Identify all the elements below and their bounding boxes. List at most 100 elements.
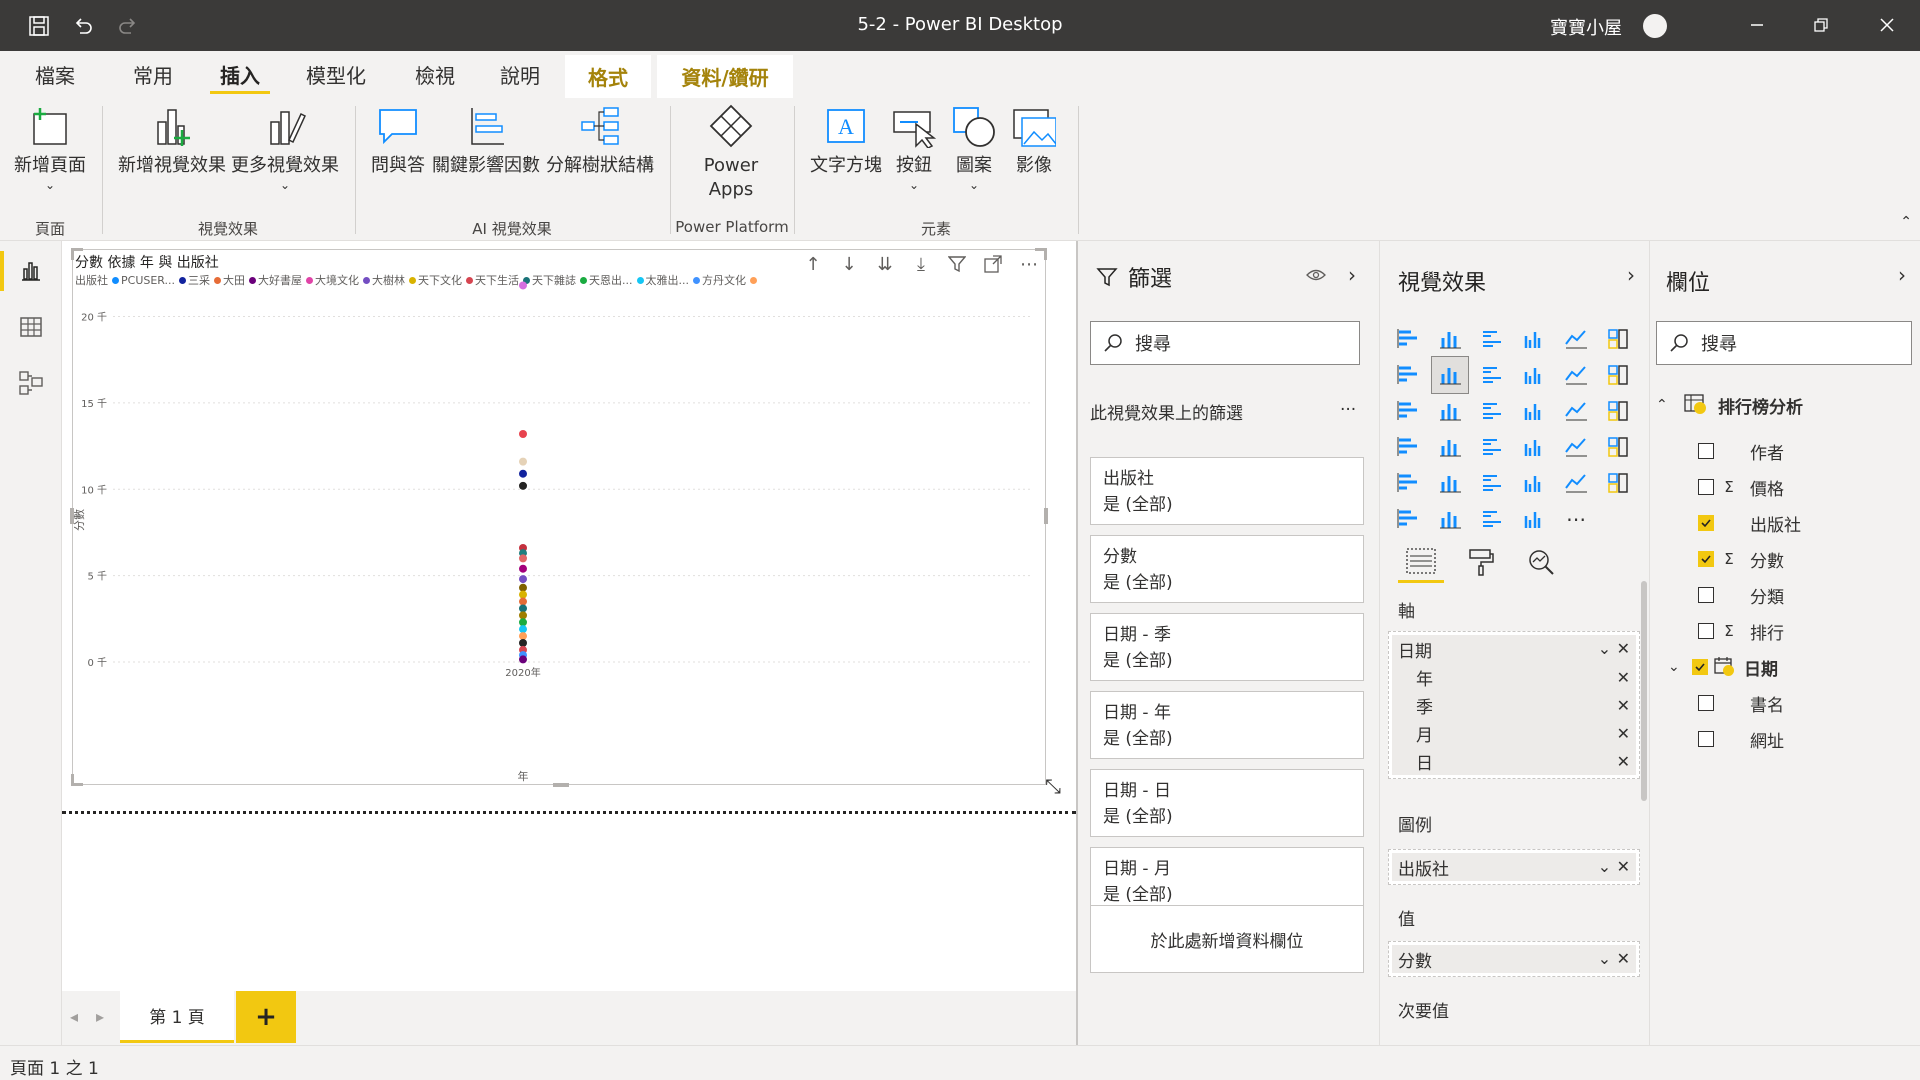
- close-icon[interactable]: [1872, 10, 1902, 40]
- more-visuals-button[interactable]: 更多視覺效果 ⌄: [230, 104, 340, 192]
- resize-handle[interactable]: [71, 774, 74, 786]
- more-visuals-icon[interactable]: ⋯: [1558, 501, 1594, 537]
- smart-narrative-icon[interactable]: [1474, 501, 1510, 537]
- model-view-button[interactable]: [0, 359, 62, 407]
- filter-card[interactable]: 出版社是 (全部): [1090, 457, 1364, 525]
- stacked-area-icon[interactable]: [1474, 357, 1510, 393]
- stacked-column-icon[interactable]: [1432, 321, 1468, 357]
- fields-search-input[interactable]: 搜尋: [1656, 321, 1912, 365]
- add-data-field-dropzone[interactable]: 於此處新增資料欄位: [1090, 905, 1364, 973]
- key-influencers-button[interactable]: 關鍵影響因數: [430, 104, 542, 178]
- tab-insert[interactable]: 插入: [210, 51, 270, 98]
- scatter-point[interactable]: [519, 481, 527, 490]
- scatter-point[interactable]: [519, 583, 527, 592]
- scatter-point[interactable]: [519, 655, 527, 664]
- new-visual-button[interactable]: 新增視覺效果: [116, 104, 228, 178]
- user-name[interactable]: 寶寶小屋: [1550, 14, 1622, 40]
- map-icon[interactable]: [1390, 429, 1426, 465]
- chevron-down-icon[interactable]: ⌄: [1598, 949, 1611, 968]
- remove-icon[interactable]: ✕: [1617, 857, 1630, 876]
- stacked-bar-icon[interactable]: [1390, 321, 1426, 357]
- report-canvas[interactable]: 分數 依據 年 與 出版社 出版社 PCUSER... 三采 大田 大好書屋 大境文化大…: [62, 241, 1076, 991]
- paint-roller-icon[interactable]: [1458, 541, 1504, 583]
- axis-sub-year[interactable]: 年 ✕: [1392, 663, 1636, 691]
- resize-handle[interactable]: [553, 783, 569, 787]
- scatter-point[interactable]: [519, 604, 527, 613]
- qa-icon[interactable]: [1432, 501, 1468, 537]
- scatter-point[interactable]: [519, 469, 527, 478]
- scatter-chart-visual[interactable]: 分數 依據 年 與 出版社 出版社 PCUSER... 三采 大田 大好書屋 大境文化大…: [70, 248, 1061, 798]
- values-field[interactable]: 分數 ⌄ ✕: [1392, 945, 1636, 973]
- analytics-magnifier-icon[interactable]: [1518, 541, 1564, 583]
- filters-more-options[interactable]: ...: [1340, 395, 1356, 415]
- line-chart-icon[interactable]: [1390, 357, 1426, 393]
- power-apps-button[interactable]: Power Apps: [690, 104, 772, 202]
- legend-field[interactable]: 出版社 ⌄ ✕: [1392, 853, 1636, 881]
- axis-field[interactable]: 日期 ⌄ ✕: [1392, 635, 1636, 663]
- report-view-button[interactable]: [0, 247, 62, 295]
- chevron-up-icon[interactable]: ⌃: [1656, 397, 1674, 413]
- tab-view[interactable]: 檢視: [400, 51, 470, 98]
- field-item[interactable]: Σ 價格: [1650, 469, 1920, 505]
- collapse-ribbon-icon[interactable]: ⌃: [1900, 214, 1912, 230]
- eye-icon[interactable]: [1306, 267, 1326, 286]
- tab-home[interactable]: 常用: [118, 51, 188, 98]
- filters-search-input[interactable]: 搜尋: [1090, 321, 1360, 365]
- image-button[interactable]: 影像: [1006, 104, 1062, 178]
- remove-icon[interactable]: ✕: [1617, 752, 1630, 771]
- page-tab-1[interactable]: 第 1 頁: [120, 991, 234, 1043]
- slicer-icon[interactable]: [1390, 465, 1426, 501]
- 100-column-icon[interactable]: [1600, 321, 1636, 357]
- remove-icon[interactable]: ✕: [1617, 696, 1630, 715]
- minimize-icon[interactable]: [1742, 10, 1772, 40]
- gauge-icon[interactable]: [1474, 429, 1510, 465]
- resize-handle[interactable]: [1044, 248, 1047, 260]
- tab-modeling[interactable]: 模型化: [290, 51, 382, 98]
- scatter-point[interactable]: [519, 618, 527, 627]
- values-well[interactable]: 分數 ⌄ ✕: [1388, 941, 1640, 977]
- filter-card[interactable]: 日期 - 季是 (全部): [1090, 613, 1364, 681]
- buttons-button[interactable]: 按鈕 ⌄: [884, 104, 944, 192]
- scatter-icon[interactable]: [1474, 393, 1510, 429]
- tab-file[interactable]: 檔案: [20, 51, 90, 98]
- scatter-point[interactable]: [519, 430, 527, 438]
- donut-icon[interactable]: [1558, 393, 1594, 429]
- key-influencers-icon[interactable]: [1600, 465, 1636, 501]
- tab-data-drill[interactable]: 資料/鑽研: [657, 55, 793, 98]
- chevron-down-icon[interactable]: ⌄: [1668, 659, 1684, 675]
- field-item[interactable]: 作者: [1650, 433, 1920, 469]
- scatter-point[interactable]: [519, 597, 527, 606]
- checkbox[interactable]: [1692, 659, 1708, 675]
- matrix-icon[interactable]: [1474, 465, 1510, 501]
- remove-icon[interactable]: ✕: [1617, 639, 1630, 658]
- checkbox[interactable]: [1698, 551, 1714, 567]
- checkbox[interactable]: [1698, 515, 1714, 531]
- field-item[interactable]: Σ 分數: [1650, 541, 1920, 577]
- ribbon-chart-icon[interactable]: [1600, 357, 1636, 393]
- scatter-point[interactable]: [519, 611, 527, 620]
- checkbox[interactable]: [1698, 731, 1714, 747]
- fields-well-icon[interactable]: [1398, 541, 1444, 583]
- axis-well[interactable]: 日期 ⌄ ✕ 年 ✕ 季 ✕ 月 ✕ 日 ✕: [1388, 631, 1640, 779]
- field-date[interactable]: ⌄ 日期: [1650, 649, 1920, 685]
- scatter-point[interactable]: [519, 564, 527, 573]
- filled-map-icon[interactable]: [1432, 429, 1468, 465]
- scatter-point[interactable]: [519, 625, 527, 634]
- filter-card[interactable]: 日期 - 日是 (全部): [1090, 769, 1364, 837]
- qa-button[interactable]: 問與答: [368, 104, 428, 178]
- shapes-button[interactable]: 圖案 ⌄: [946, 104, 1002, 192]
- tab-help[interactable]: 說明: [490, 51, 550, 98]
- multirow-card-icon[interactable]: [1558, 429, 1594, 465]
- scatter-point[interactable]: [519, 639, 527, 647]
- text-box-button[interactable]: A 文字方塊: [808, 104, 884, 178]
- checkbox[interactable]: [1698, 623, 1714, 639]
- checkbox[interactable]: [1698, 479, 1714, 495]
- tab-format[interactable]: 格式: [565, 55, 651, 98]
- table-row-ranking[interactable]: ⌃ 排行榜分析: [1650, 387, 1920, 423]
- resize-handle[interactable]: [1044, 508, 1048, 524]
- clustered-bar-icon[interactable]: [1474, 321, 1510, 357]
- field-item[interactable]: 分類: [1650, 577, 1920, 613]
- field-item[interactable]: 出版社: [1650, 505, 1920, 541]
- kpi-icon[interactable]: [1600, 429, 1636, 465]
- add-page-button[interactable]: +: [236, 991, 296, 1043]
